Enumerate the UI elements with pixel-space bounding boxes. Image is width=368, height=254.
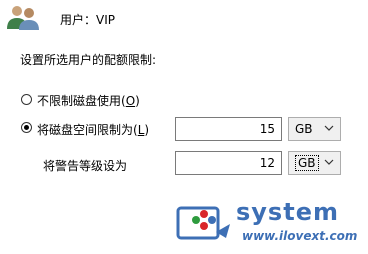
watermark-logo-icon xyxy=(176,206,230,240)
no-limit-radio-label[interactable]: 不限制磁盘使用(O) xyxy=(37,92,140,109)
watermark: system www.ilovext.com xyxy=(176,196,368,254)
limit-unit-select[interactable]: GB xyxy=(288,117,341,141)
warning-unit-select[interactable]: GB xyxy=(288,151,341,175)
chevron-down-icon xyxy=(324,159,334,165)
users-icon xyxy=(7,6,39,30)
limit-disk-radio[interactable] xyxy=(21,122,32,133)
limit-value-input[interactable]: 15 xyxy=(175,117,282,141)
user-label: 用户：VIP xyxy=(60,13,115,27)
warning-unit-value: GB xyxy=(295,155,319,171)
chevron-down-icon xyxy=(324,125,334,131)
warning-value-input[interactable]: 12 xyxy=(175,151,282,175)
watermark-url: www.ilovext.com xyxy=(242,229,358,243)
quota-prompt: 设置所选用户的配额限制: xyxy=(20,53,157,67)
warning-level-label: 将警告等级设为 xyxy=(43,159,128,173)
watermark-title: system xyxy=(236,198,339,226)
no-limit-radio[interactable] xyxy=(21,94,32,105)
limit-unit-value: GB xyxy=(295,122,313,136)
limit-disk-radio-label[interactable]: 将磁盘空间限制为(L) xyxy=(37,121,149,138)
